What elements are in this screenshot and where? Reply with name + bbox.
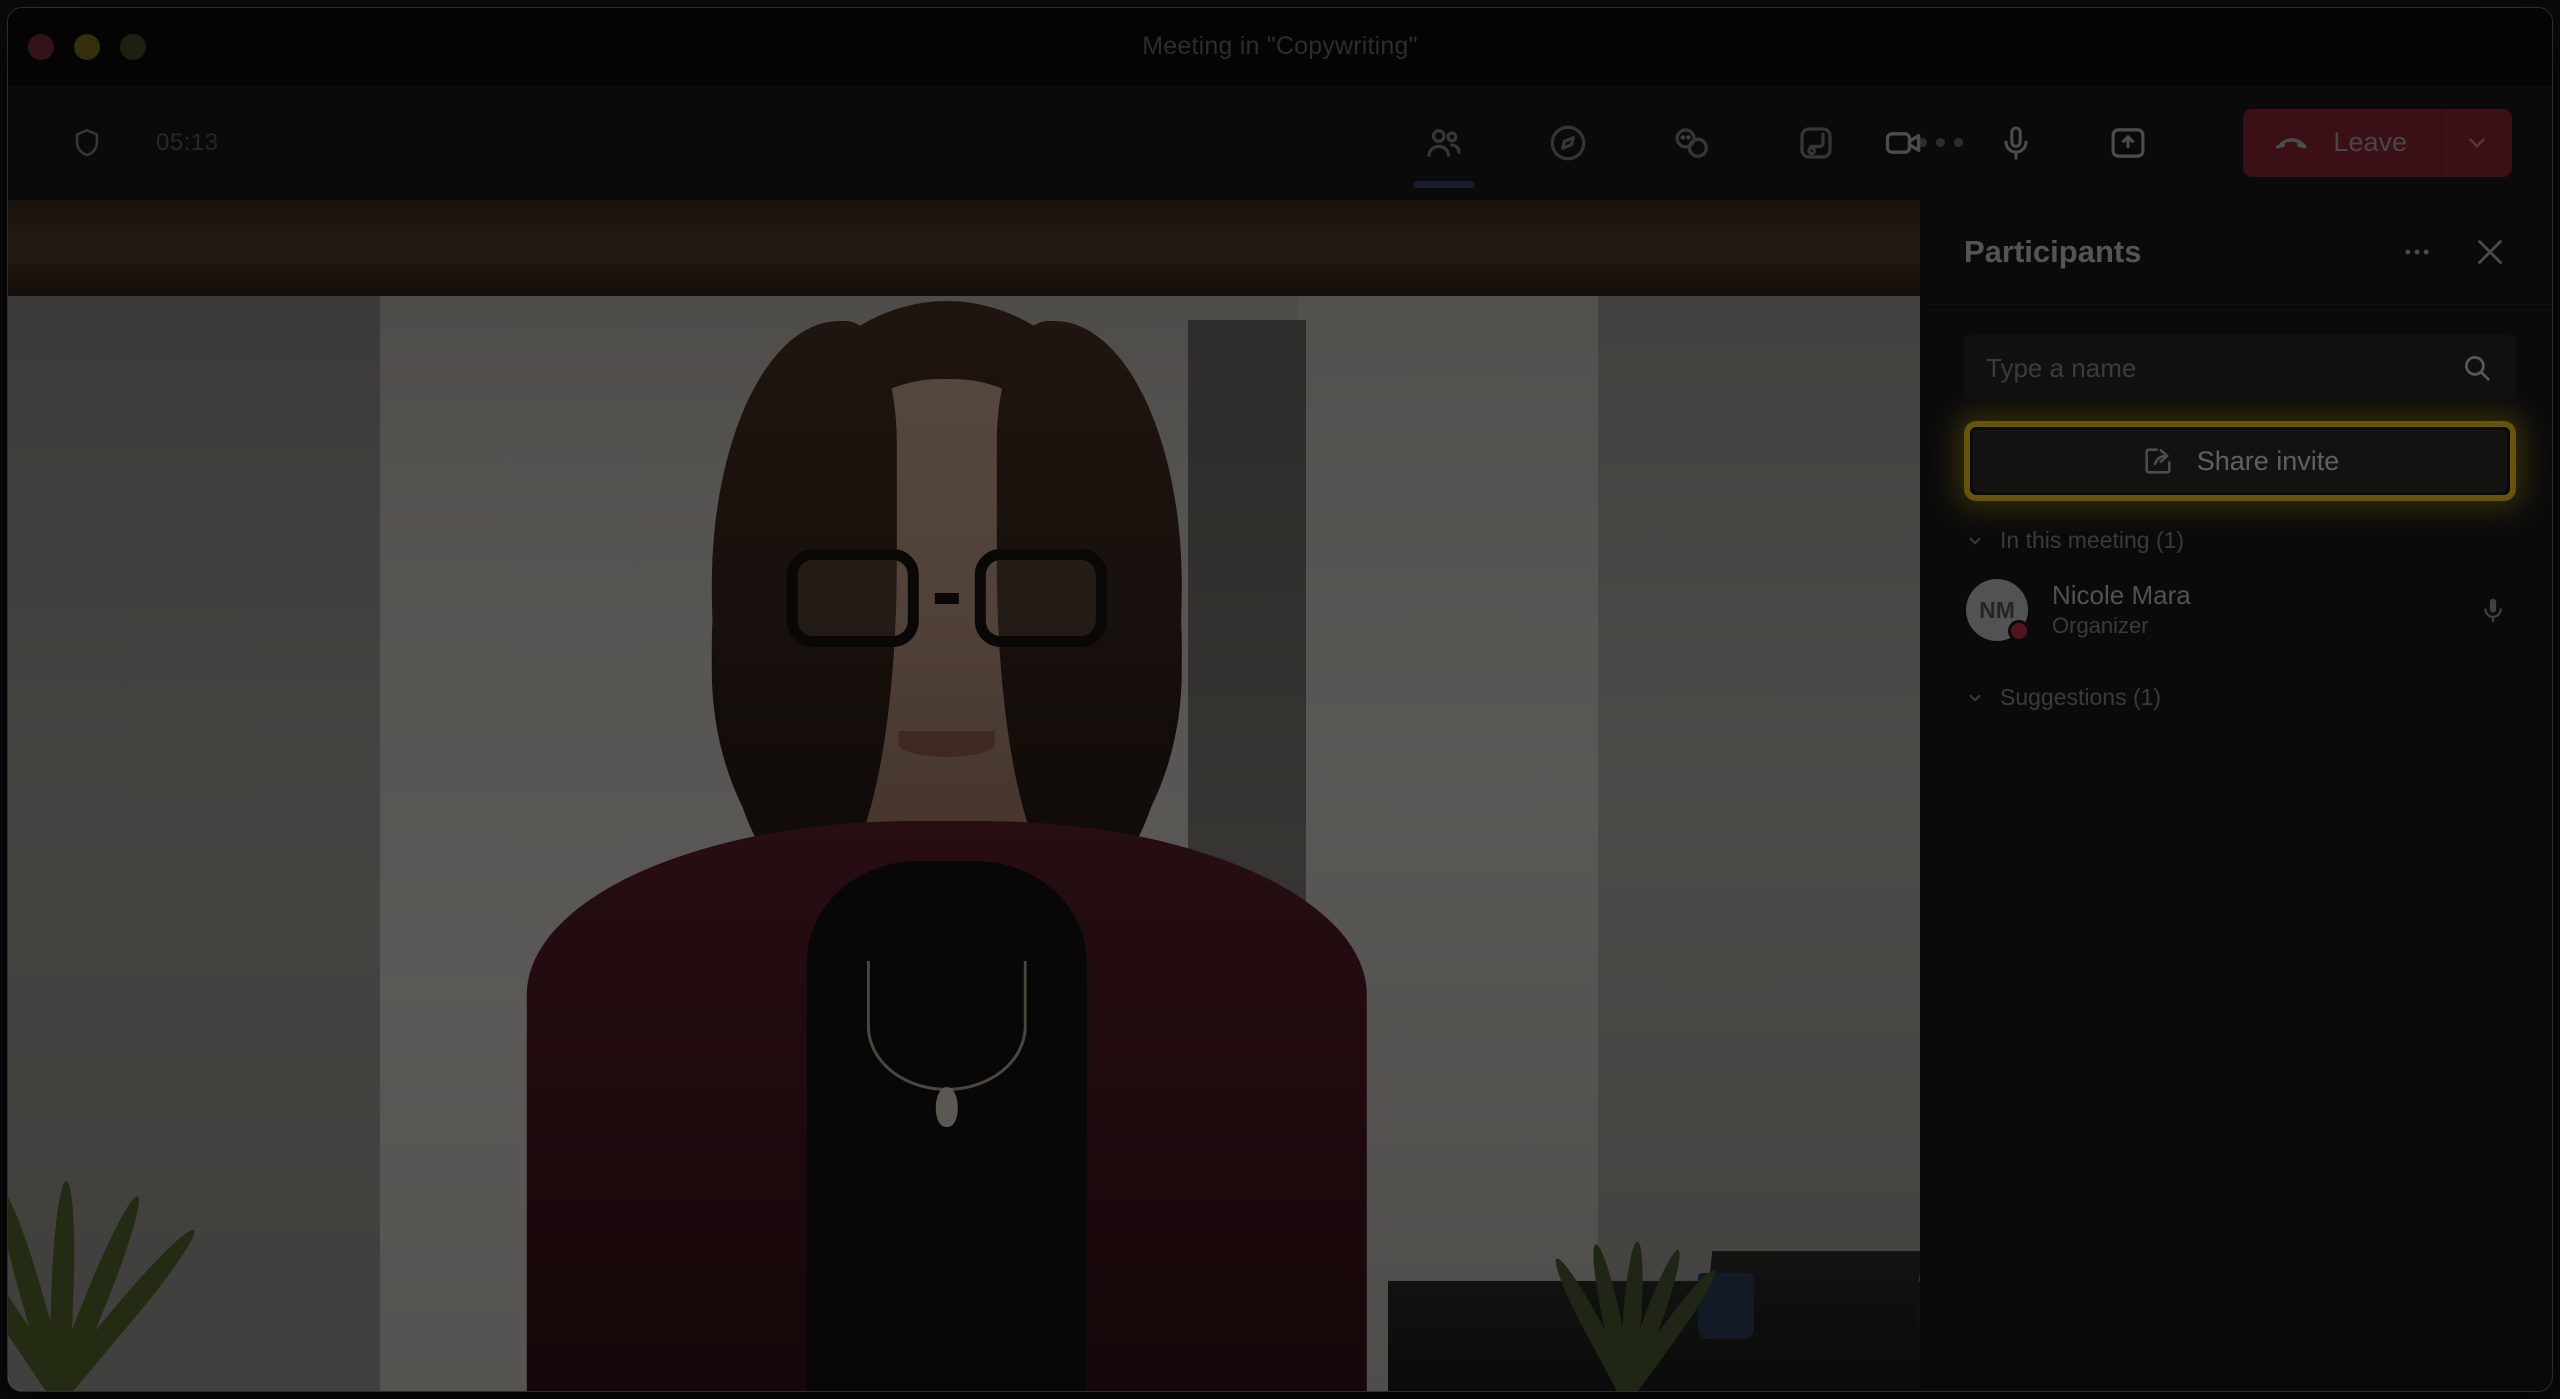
participants-panel-body: Share invite In this meeting (1) NM Nico… — [1928, 305, 2552, 719]
leave-button[interactable]: Leave — [2243, 108, 2442, 177]
meeting-timer: 05:13 — [156, 128, 219, 156]
scene-plant-right — [1468, 1141, 1768, 1391]
zoom-window-button[interactable] — [120, 33, 146, 60]
share-screen-icon[interactable] — [2097, 112, 2159, 174]
share-invite-icon — [2141, 444, 2175, 478]
shield-icon[interactable] — [56, 112, 118, 174]
presence-badge — [2008, 620, 2030, 642]
leave-button-group: Leave — [2243, 108, 2512, 177]
share-invite-highlight-ring: Share invite — [1964, 421, 2516, 501]
window-title: Meeting in "Copywriting" — [1142, 32, 1418, 60]
share-invite-label: Share invite — [2196, 445, 2340, 476]
more-options-icon[interactable] — [2400, 235, 2434, 269]
section-header-suggestions[interactable]: Suggestions (1) — [1964, 658, 2516, 719]
section-label: Suggestions (1) — [2000, 684, 2162, 710]
participant-role: Organizer — [2052, 612, 2149, 638]
panel-header-actions — [2400, 234, 2508, 270]
video-scene — [8, 200, 1920, 1391]
search-input[interactable] — [1986, 352, 2460, 384]
participant-info: Nicole Mara Organizer — [2052, 579, 2478, 640]
title-bar: Meeting in "Copywriting" — [8, 8, 2552, 85]
participant-video-person — [517, 261, 1377, 1391]
close-icon[interactable] — [2472, 234, 2508, 270]
traffic-lights — [28, 33, 146, 60]
participant-name: Nicole Mara — [2052, 580, 2191, 611]
microphone-icon[interactable] — [2478, 595, 2508, 625]
camera-icon[interactable] — [1873, 112, 1935, 174]
leave-label: Leave — [2333, 127, 2407, 157]
section-label: In this meeting (1) — [2000, 527, 2185, 553]
participants-panel: Participants Type a name Share invite In… — [1928, 200, 2552, 1391]
people-icon[interactable] — [1413, 112, 1475, 174]
close-window-button[interactable] — [28, 33, 54, 60]
chevron-down-icon — [1966, 532, 1984, 550]
participants-panel-header: Participants — [1928, 200, 2552, 305]
microphone-icon[interactable] — [1985, 112, 2047, 174]
meeting-video-feed[interactable] — [8, 200, 1920, 1391]
share-invite-button[interactable]: Share invite — [1973, 430, 2507, 492]
search-row[interactable] — [1964, 335, 2516, 401]
leave-dropdown-button[interactable] — [2442, 109, 2512, 177]
rooms-icon[interactable] — [1785, 112, 1847, 174]
toolbar-right-group: Leave — [1873, 108, 2512, 177]
avatar: NM — [1966, 579, 2030, 642]
search-icon[interactable] — [2460, 351, 2494, 385]
panel-title: Participants — [1964, 234, 2142, 269]
toolbar-left-group: 05:13 — [56, 112, 219, 174]
app-window: Meeting in "Copywriting" 05:13 Leave Par… — [8, 8, 2552, 1391]
chevron-down-icon — [1966, 689, 1984, 707]
minimize-window-button[interactable] — [74, 33, 100, 60]
section-header-in-this-meeting[interactable]: In this meeting (1) — [1964, 501, 2516, 562]
meeting-toolbar: 05:13 Leave — [8, 85, 2552, 200]
scene-plant-left — [8, 1031, 248, 1391]
avatar-initials: NM — [1979, 596, 2015, 623]
chat-icon[interactable] — [1537, 112, 1599, 174]
reactions-icon[interactable] — [1661, 112, 1723, 174]
participant-row[interactable]: NM Nicole Mara Organizer — [1964, 562, 2516, 658]
person-glasses — [786, 549, 1107, 647]
